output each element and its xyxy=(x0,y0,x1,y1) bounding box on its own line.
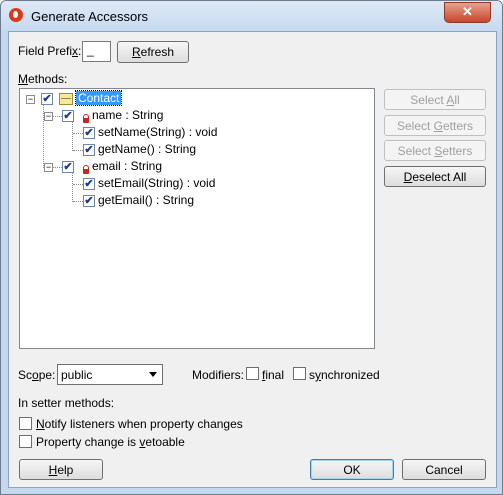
method-label: setName(String) : void xyxy=(98,125,218,139)
field-label: name : String xyxy=(92,108,164,122)
refresh-button[interactable]: Refresh xyxy=(117,41,189,63)
class-icon xyxy=(59,93,73,105)
methods-label: Methods: xyxy=(18,72,68,86)
field-checkbox[interactable]: ✔ xyxy=(62,161,74,173)
setter-section-heading: In setter methods: xyxy=(18,396,115,410)
deselect-all-button[interactable]: Deselect All xyxy=(384,166,486,187)
collapse-toggle-icon[interactable]: − xyxy=(44,163,53,172)
notify-listeners-checkbox[interactable] xyxy=(19,417,32,430)
modifiers-label: Modifiers: xyxy=(192,368,245,382)
tree-node-method[interactable]: ✔ getEmail() : String xyxy=(20,193,260,209)
field-prefix-input[interactable]: _ xyxy=(82,41,111,62)
ok-button[interactable]: OK xyxy=(310,459,394,480)
method-label: getEmail() : String xyxy=(98,193,195,207)
field-prefix-label: Field Prefix: xyxy=(18,44,82,58)
help-button[interactable]: Help xyxy=(19,459,103,480)
method-checkbox[interactable]: ✔ xyxy=(83,178,95,190)
lock-icon xyxy=(83,114,89,123)
lock-icon xyxy=(83,165,89,174)
vetoable-checkbox[interactable] xyxy=(19,435,32,448)
cancel-button[interactable]: Cancel xyxy=(402,459,486,480)
window-title: Generate Accessors xyxy=(31,9,149,24)
tree-node-method[interactable]: ✔ getName() : String xyxy=(20,142,260,158)
synchronized-label: synchronized xyxy=(309,368,380,382)
select-getters-button[interactable]: Select Getters xyxy=(384,115,486,136)
methods-tree[interactable]: − ✔ Contact − ✔ name : String ✔ setName(… xyxy=(19,88,375,349)
method-checkbox[interactable]: ✔ xyxy=(83,195,95,207)
synchronized-checkbox[interactable] xyxy=(293,367,306,380)
class-label: Contact xyxy=(74,90,123,106)
class-checkbox[interactable]: ✔ xyxy=(41,93,53,105)
close-button[interactable]: ✕ xyxy=(444,2,491,23)
vetoable-label: Property change is vetoable xyxy=(36,435,185,449)
notify-listeners-label: Notify listeners when property changes xyxy=(36,417,243,431)
final-checkbox[interactable] xyxy=(246,367,259,380)
tree-node-class[interactable]: − ✔ Contact xyxy=(20,90,170,107)
method-checkbox[interactable]: ✔ xyxy=(83,144,95,156)
method-label: getName() : String xyxy=(98,142,197,156)
field-checkbox[interactable]: ✔ xyxy=(62,110,74,122)
title-bar[interactable]: Generate Accessors ✕ xyxy=(1,1,502,31)
method-checkbox[interactable]: ✔ xyxy=(83,127,95,139)
app-logo-icon xyxy=(9,8,23,22)
method-label: setEmail(String) : void xyxy=(98,176,216,190)
tree-node-method[interactable]: ✔ setName(String) : void xyxy=(20,125,260,141)
tree-node-field[interactable]: − ✔ email : String xyxy=(20,159,220,175)
tree-node-method[interactable]: ✔ setEmail(String) : void xyxy=(20,176,260,192)
scope-label: Scope: xyxy=(18,368,56,382)
field-label: email : String xyxy=(92,159,163,173)
generate-accessors-dialog: Generate Accessors ✕ Field Prefix: _ Ref… xyxy=(0,0,503,495)
scope-select[interactable]: public xyxy=(57,364,163,385)
select-all-button[interactable]: Select All xyxy=(384,89,486,110)
final-label: final xyxy=(262,368,285,382)
dialog-content: Field Prefix: _ Refresh Methods: − ✔ Con… xyxy=(8,31,497,488)
collapse-toggle-icon[interactable]: − xyxy=(44,112,53,121)
tree-node-field[interactable]: − ✔ name : String xyxy=(20,108,220,124)
collapse-toggle-icon[interactable]: − xyxy=(26,95,35,104)
select-setters-button[interactable]: Select Setters xyxy=(384,140,486,161)
chevron-down-icon xyxy=(149,372,157,377)
